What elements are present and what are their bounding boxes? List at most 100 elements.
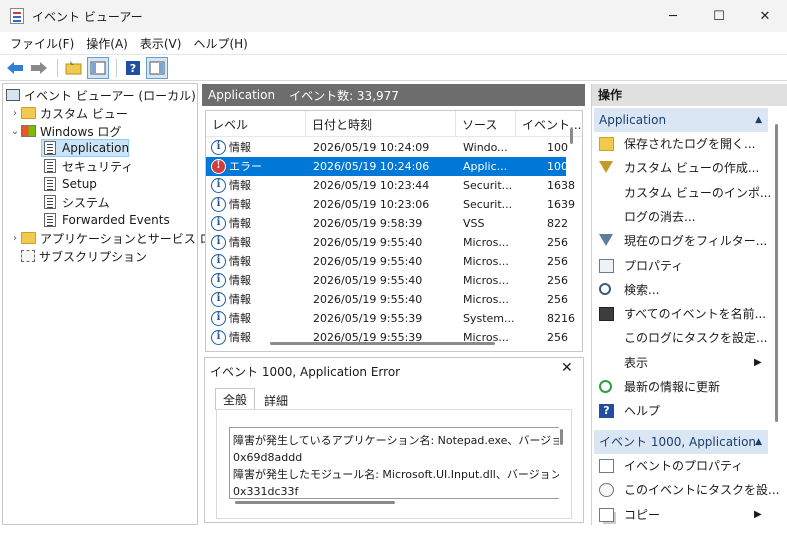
list-horizontal-scrollbar[interactable] [270, 342, 495, 345]
column-event-id[interactable]: イベント... [516, 111, 581, 137]
actions-section-application[interactable]: Application ▲ [594, 108, 768, 132]
tree-system[interactable]: システム [42, 193, 110, 211]
tree-forwarded-events[interactable]: Forwarded Events [42, 211, 170, 229]
maximize-button[interactable]: ☐ [696, 0, 742, 32]
menu-action[interactable]: 操作(A) [80, 35, 134, 52]
menu-file[interactable]: ファイル(F) [4, 35, 80, 52]
table-row[interactable]: i 情報 2026/05/19 9:55:39 System... 8216 [206, 309, 575, 328]
action-item[interactable]: 検索... [594, 278, 768, 302]
action-item[interactable]: 表示 ▶ [594, 351, 768, 375]
cell-datetime: 2026/05/19 10:23:44 [313, 179, 430, 192]
action-label: プロパティ [624, 258, 684, 273]
column-level[interactable]: レベル [206, 111, 306, 137]
collapse-chevron-icon[interactable]: ⌄ [9, 126, 21, 137]
event-count: イベント数: 33,977 [289, 88, 399, 103]
table-row[interactable]: i 情報 2026/05/19 9:58:39 VSS 822 [206, 214, 568, 233]
list-vertical-scrollbar[interactable] [570, 128, 573, 144]
toolbar: ? [0, 54, 787, 81]
forward-arrow-icon[interactable] [28, 57, 50, 79]
cell-source: Micros... [463, 236, 509, 249]
info-icon: i [211, 311, 226, 326]
actions-section-event[interactable]: イベント 1000, Application ... ▲ [594, 430, 768, 473]
table-row[interactable]: i 情報 2026/05/19 10:24:09 Windo... 100 [206, 138, 568, 157]
action-item[interactable]: プロパティ [594, 254, 768, 278]
action-item[interactable]: コピー ▶ [594, 503, 768, 527]
action-label: カスタム ビューのインポ... [624, 185, 772, 200]
tree-custom-views[interactable]: › カスタム ビュー [9, 104, 128, 122]
action-item[interactable]: このログにタスクを設定... [594, 326, 768, 350]
subscription-icon [21, 250, 35, 262]
tree-windows-logs[interactable]: ⌄ Windows ログ [9, 122, 122, 140]
column-source[interactable]: ソース [456, 111, 516, 137]
tree-subscriptions[interactable]: サブスクリプション [21, 247, 147, 265]
properties-icon [599, 258, 614, 273]
table-row[interactable]: i 情報 2026/05/19 9:55:40 Micros... 256 [206, 233, 568, 252]
action-item[interactable]: 最新の情報に更新 [594, 375, 768, 399]
back-arrow-icon[interactable] [4, 57, 26, 79]
tree-security[interactable]: セキュリティ [42, 157, 133, 175]
tab-general[interactable]: 全般 [215, 388, 256, 410]
detail-horizontal-scrollbar[interactable] [235, 501, 395, 504]
cell-level: 情報 [229, 217, 251, 230]
log-title: Application [208, 88, 276, 102]
help-icon[interactable]: ? [122, 57, 144, 79]
console-tree-icon[interactable] [87, 56, 109, 79]
event-description-text[interactable]: 障害が発生しているアプリケーション名: Notepad.exe、バージョン: 1… [229, 427, 559, 499]
table-row[interactable]: i 情報 2026/05/19 9:55:40 Micros... 256 [206, 252, 568, 271]
cell-level: 情報 [229, 293, 251, 306]
attach-task-icon [599, 483, 614, 498]
action-item[interactable]: ? ヘルプ [594, 399, 768, 423]
menu-view[interactable]: 表示(V) [134, 35, 188, 52]
cell-level: 情報 [229, 198, 251, 211]
action-item[interactable]: ログの消去... [594, 205, 768, 229]
table-row[interactable]: i 情報 2026/05/19 9:55:40 Micros... 256 [206, 271, 568, 290]
collapse-section-icon[interactable]: ▲ [755, 108, 762, 132]
column-datetime[interactable]: 日付と時刻 [306, 111, 456, 137]
collapse-section-icon[interactable]: ▲ [755, 430, 762, 454]
detail-close-button[interactable]: ✕ [561, 360, 573, 376]
info-icon: i [211, 216, 226, 231]
expand-chevron-icon[interactable]: › [9, 233, 21, 244]
event-list: レベル 日付と時刻 ソース イベント... i 情報 2026/05/19 10:2… [205, 110, 583, 352]
table-row[interactable]: i 情報 2026/05/19 9:55:40 Micros... 256 [206, 290, 568, 309]
table-row[interactable]: ! エラー 2026/05/19 10:24:06 Applic... 100 [206, 157, 568, 176]
title-bar: イベント ビューアー ─ ☐ ✕ [0, 0, 787, 32]
event-viewer-app-icon [10, 8, 24, 24]
tree-setup-label: Setup [62, 177, 97, 191]
info-icon: i [211, 235, 226, 250]
detail-vertical-scrollbar[interactable] [560, 429, 563, 445]
action-label: 検索... [624, 282, 660, 297]
log-header: Application イベント数: 33,977 [202, 84, 585, 106]
expand-chevron-icon[interactable]: › [9, 108, 21, 119]
actions-vertical-scrollbar[interactable] [775, 124, 778, 422]
cell-source: Securit... [463, 179, 513, 192]
log-icon [44, 213, 56, 227]
menu-help[interactable]: ヘルプ(H) [187, 35, 253, 52]
action-item[interactable]: このイベントにタスクを設... [594, 478, 779, 502]
action-item[interactable]: カスタム ビューの作成... [594, 156, 768, 180]
close-button[interactable]: ✕ [742, 0, 787, 32]
action-item[interactable]: イベントのプロパティ [594, 454, 768, 478]
info-icon: i [211, 330, 226, 345]
tree-application[interactable]: Application [41, 139, 129, 157]
action-item[interactable]: 保存されたログを開く... [594, 132, 768, 156]
cell-datetime: 2026/05/19 9:55:39 [313, 312, 423, 325]
table-row[interactable]: i 情報 2026/05/19 10:23:06 Securit... 1639 [206, 195, 575, 214]
event-detail-pane: イベント 1000, Application Error ✕ 全般 詳細 障害が… [204, 357, 584, 523]
action-item[interactable]: 現在のログをフィルター... [594, 229, 768, 253]
action-pane-icon[interactable] [146, 56, 168, 79]
action-item[interactable]: カスタム ビューのインポ... [594, 181, 772, 205]
tree-subscriptions-label: サブスクリプション [39, 249, 148, 264]
find-icon [599, 282, 611, 295]
action-label: ヘルプ [624, 404, 661, 419]
minimize-button[interactable]: ─ [650, 0, 696, 32]
open-folder-icon[interactable] [63, 57, 85, 79]
tree-root[interactable]: イベント ビューアー (ローカル) [6, 86, 196, 104]
cell-event-id: 256 [547, 255, 568, 268]
action-item[interactable]: すべてのイベントを名前... [594, 302, 768, 326]
table-row[interactable]: i 情報 2026/05/19 10:23:44 Securit... 1638 [206, 176, 575, 195]
tree-app-services-logs[interactable]: › アプリケーションとサービス ログ [9, 229, 224, 247]
event-properties-icon [599, 459, 614, 473]
tree-setup[interactable]: Setup [42, 175, 97, 193]
toolbar-separator [57, 58, 58, 77]
